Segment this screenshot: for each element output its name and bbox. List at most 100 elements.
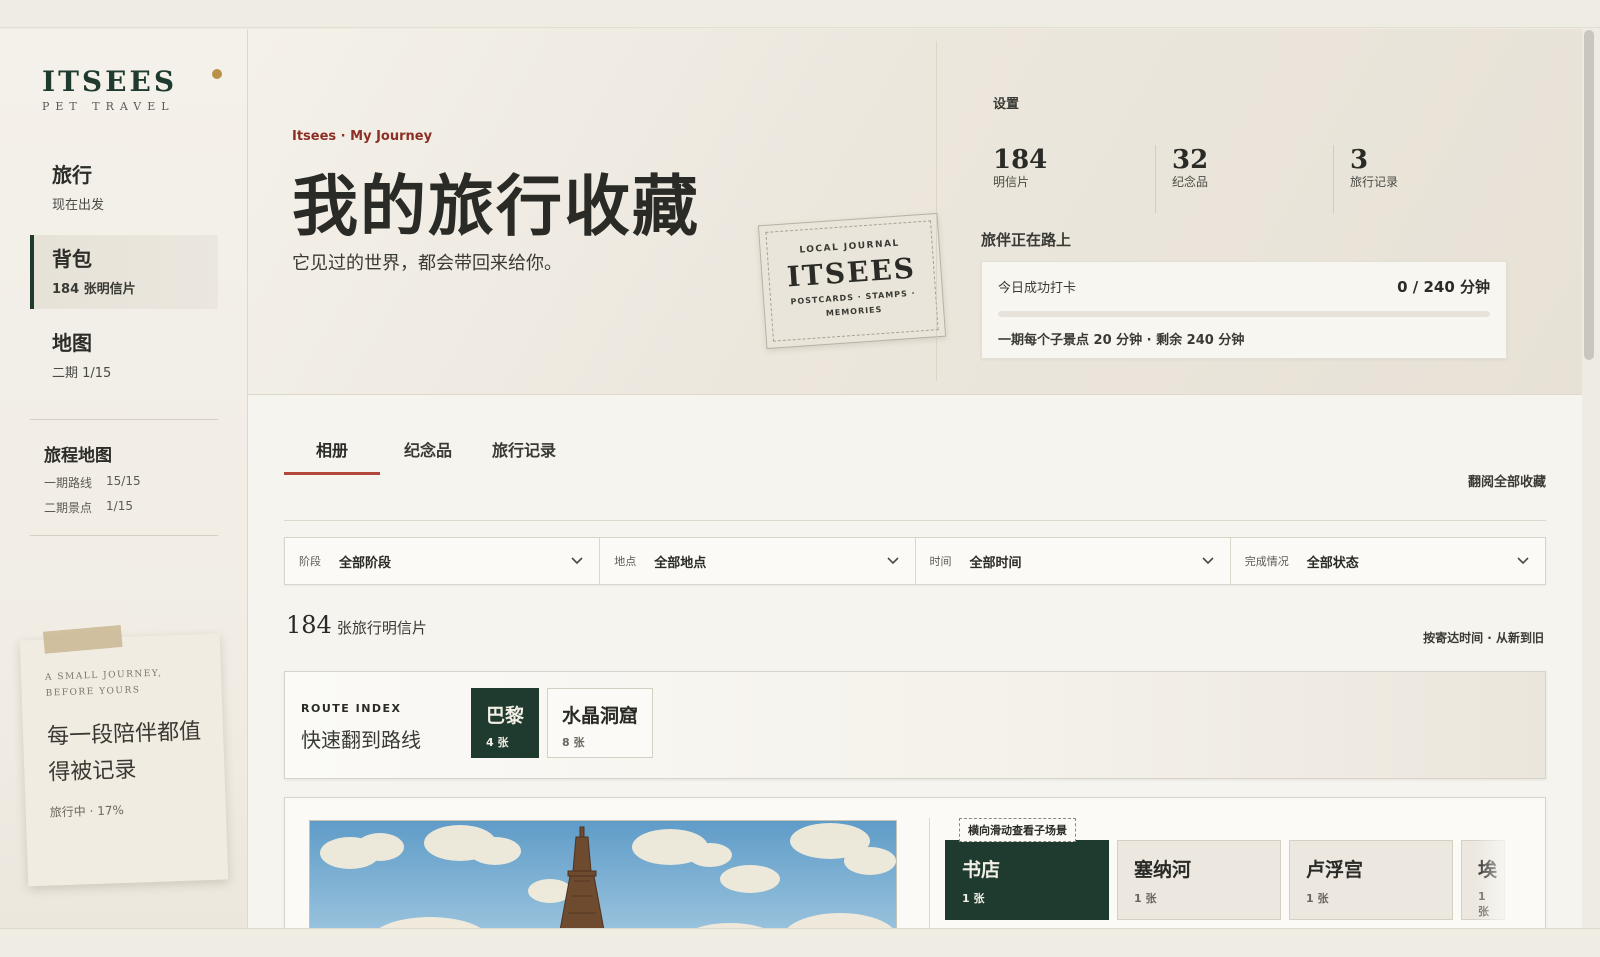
tabs-divider	[284, 520, 1546, 521]
collection-tabs: 相册 纪念品 旅行记录	[284, 425, 572, 475]
scroll-hint-badge: 横向滑动查看子场景	[959, 818, 1076, 842]
sub-scene-count: 1 张	[1134, 892, 1157, 905]
hero-eyebrow: Itsees · My Journey	[292, 129, 433, 144]
chevron-down-icon	[571, 557, 583, 565]
sub-scene-chip-bookstore[interactable]: 书店 1 张	[945, 840, 1109, 920]
tab-souvenirs[interactable]: 纪念品	[380, 425, 476, 475]
nav-item-sub: 184 张明信片	[52, 282, 136, 297]
filter-location-select[interactable]: 地点 全部地点	[600, 538, 916, 584]
route-chip-paris[interactable]: 巴黎 4 张	[471, 688, 539, 758]
stat-label: 明信片	[993, 175, 1030, 189]
route-map-row: 二期景点 1/15	[44, 499, 141, 516]
nav-item-map[interactable]: 地图 二期 1/15	[30, 319, 218, 393]
filter-time-select[interactable]: 时间 全部时间	[916, 538, 1231, 584]
sub-scene-name: 卢浮宫	[1306, 859, 1364, 881]
tab-album[interactable]: 相册	[284, 425, 380, 475]
hero-header: Itsees · My Journey 我的旅行收藏 它见过的世界，都会带回来给…	[248, 29, 1582, 395]
stat-value: 32	[1172, 145, 1209, 175]
route-chip-crystal-cave[interactable]: 水晶洞窟 8 张	[547, 688, 653, 758]
stat-postcards[interactable]: 184 明信片	[977, 145, 1155, 213]
stat-souvenirs[interactable]: 32 纪念品	[1155, 145, 1333, 213]
page-scrollbar[interactable]	[1584, 30, 1594, 360]
stats-panel: 设置 184 明信片 32 纪念品 3 旅行记录 旅伴正在路上 今日成功打卡 0…	[936, 41, 1576, 381]
note-status: 旅行中 · 17%	[49, 803, 125, 820]
checkin-header: 今日成功打卡 0 / 240 分钟	[998, 276, 1490, 297]
checkin-progress-bar	[998, 311, 1490, 317]
postcard-photo-eiffel-tower[interactable]	[309, 820, 897, 928]
page-title: 我的旅行收藏	[292, 167, 700, 245]
route-map-row-value: 15/15	[106, 474, 141, 488]
sidebar-divider	[30, 419, 218, 420]
nav-item-label: 地图	[52, 331, 92, 355]
eiffel-tower-illustration	[310, 821, 896, 928]
sort-order-button[interactable]: 按寄达时间 · 从新到旧	[1423, 629, 1544, 646]
route-map-row-name: 一期路线	[44, 476, 93, 490]
logo-dot-icon	[212, 69, 222, 79]
filter-stage-select[interactable]: 阶段 全部阶段	[285, 538, 601, 584]
tape-decoration	[42, 625, 123, 654]
nav-item-sub: 现在出发	[52, 198, 105, 213]
nav-item-sub: 二期 1/15	[52, 366, 112, 381]
nav-item-label: 背包	[52, 247, 92, 271]
chevron-down-icon	[886, 557, 899, 565]
nav-item-travel[interactable]: 旅行 现在出发	[30, 151, 218, 225]
sidebar-divider	[30, 535, 218, 536]
nav-item-label: 旅行	[52, 163, 92, 187]
sub-scene-chip-louvre[interactable]: 卢浮宫 1 张	[1289, 840, 1453, 920]
route-map-row-value: 1/15	[106, 499, 133, 513]
route-index-title: 快速翻到路线	[301, 728, 421, 752]
route-index-eyebrow: ROUTE INDEX	[301, 702, 402, 715]
filter-key: 阶段	[299, 555, 321, 568]
sub-scene-count: 1 张	[1306, 892, 1329, 905]
route-chip-count: 4 张	[486, 736, 509, 749]
tab-travel-records[interactable]: 旅行记录	[476, 425, 572, 475]
postcard-count: 184 张旅行明信片	[286, 611, 427, 639]
checkin-title: 今日成功打卡	[998, 281, 1077, 296]
route-map-summary[interactable]: 旅程地图 一期路线 15/15 二期景点 1/15	[44, 441, 141, 524]
filter-value: 全部时间	[969, 555, 1022, 571]
route-map-title: 旅程地图	[44, 446, 112, 466]
companion-status: 旅伴正在路上	[981, 231, 1072, 249]
checkin-note: 一期每个子景点 20 分钟 · 剩余 240 分钟	[998, 333, 1245, 348]
chevron-down-icon	[1517, 557, 1529, 565]
sidebar: ITSEES PET TRAVEL 旅行 现在出发 背包 184 张明信片 地图…	[0, 29, 248, 928]
brand-logo[interactable]: ITSEES PET TRAVEL	[42, 65, 222, 113]
postcard-count-label: 张旅行明信片	[336, 619, 427, 637]
checkin-value: 0 / 240 分钟	[1397, 278, 1490, 296]
filter-key: 完成情况	[1244, 555, 1289, 568]
page-subtitle: 它见过的世界，都会带回来给你。	[292, 253, 562, 274]
sub-scene-chip-seine[interactable]: 塞纳河 1 张	[1117, 840, 1281, 920]
filter-value: 全部阶段	[339, 555, 392, 571]
stat-value: 3	[1350, 145, 1369, 175]
route-index-card: ROUTE INDEX 快速翻到路线 巴黎 4 张 水晶洞窟 8 张	[284, 671, 1546, 779]
window-bottom-bar	[0, 928, 1600, 957]
browse-all-link[interactable]: 翻阅全部收藏	[1468, 471, 1546, 490]
note-eyebrow: A SMALL JOURNEY, BEFORE YOURS	[45, 664, 200, 701]
checkin-card: 今日成功打卡 0 / 240 分钟 一期每个子景点 20 分钟 · 剩余 240…	[981, 261, 1507, 359]
settings-button[interactable]: 设置	[993, 93, 1019, 112]
collection-main: 相册 纪念品 旅行记录 翻阅全部收藏 阶段 全部阶段 地点 全部地点 时间 全部…	[248, 395, 1582, 928]
stat-travel-records[interactable]: 3 旅行记录	[1333, 145, 1511, 213]
scroll-fade-overlay	[1475, 838, 1515, 928]
nav-item-backpack[interactable]: 背包 184 张明信片	[30, 235, 218, 309]
route-chip-name: 巴黎	[486, 705, 525, 727]
filter-value: 全部地点	[654, 555, 707, 571]
stat-value: 184	[993, 145, 1048, 175]
route-map-row: 一期路线 15/15	[44, 474, 141, 491]
stat-label: 旅行记录	[1350, 175, 1399, 189]
window-top-bar	[0, 0, 1600, 28]
journey-note-card: A SMALL JOURNEY, BEFORE YOURS 每一段陪伴都值得被记…	[19, 625, 229, 887]
route-map-row-name: 二期景点	[44, 501, 93, 515]
filter-key: 地点	[614, 555, 637, 568]
route-chip-count: 8 张	[562, 736, 585, 749]
filter-status-select[interactable]: 完成情况 全部状态	[1231, 538, 1545, 584]
filter-bar: 阶段 全部阶段 地点 全部地点 时间 全部时间 完成情况 全部状态	[284, 537, 1546, 585]
sub-scene-name: 书店	[962, 859, 1001, 881]
logo-tagline: PET TRAVEL	[42, 100, 175, 113]
sub-scene-name: 塞纳河	[1134, 859, 1192, 881]
filter-value: 全部状态	[1306, 555, 1359, 571]
app-frame: ITSEES PET TRAVEL 旅行 现在出发 背包 184 张明信片 地图…	[0, 29, 1582, 928]
postcard-count-number: 184	[286, 611, 332, 639]
filter-key: 时间	[929, 555, 952, 568]
note-quote: 每一段陪伴都值得被记录	[46, 719, 202, 786]
